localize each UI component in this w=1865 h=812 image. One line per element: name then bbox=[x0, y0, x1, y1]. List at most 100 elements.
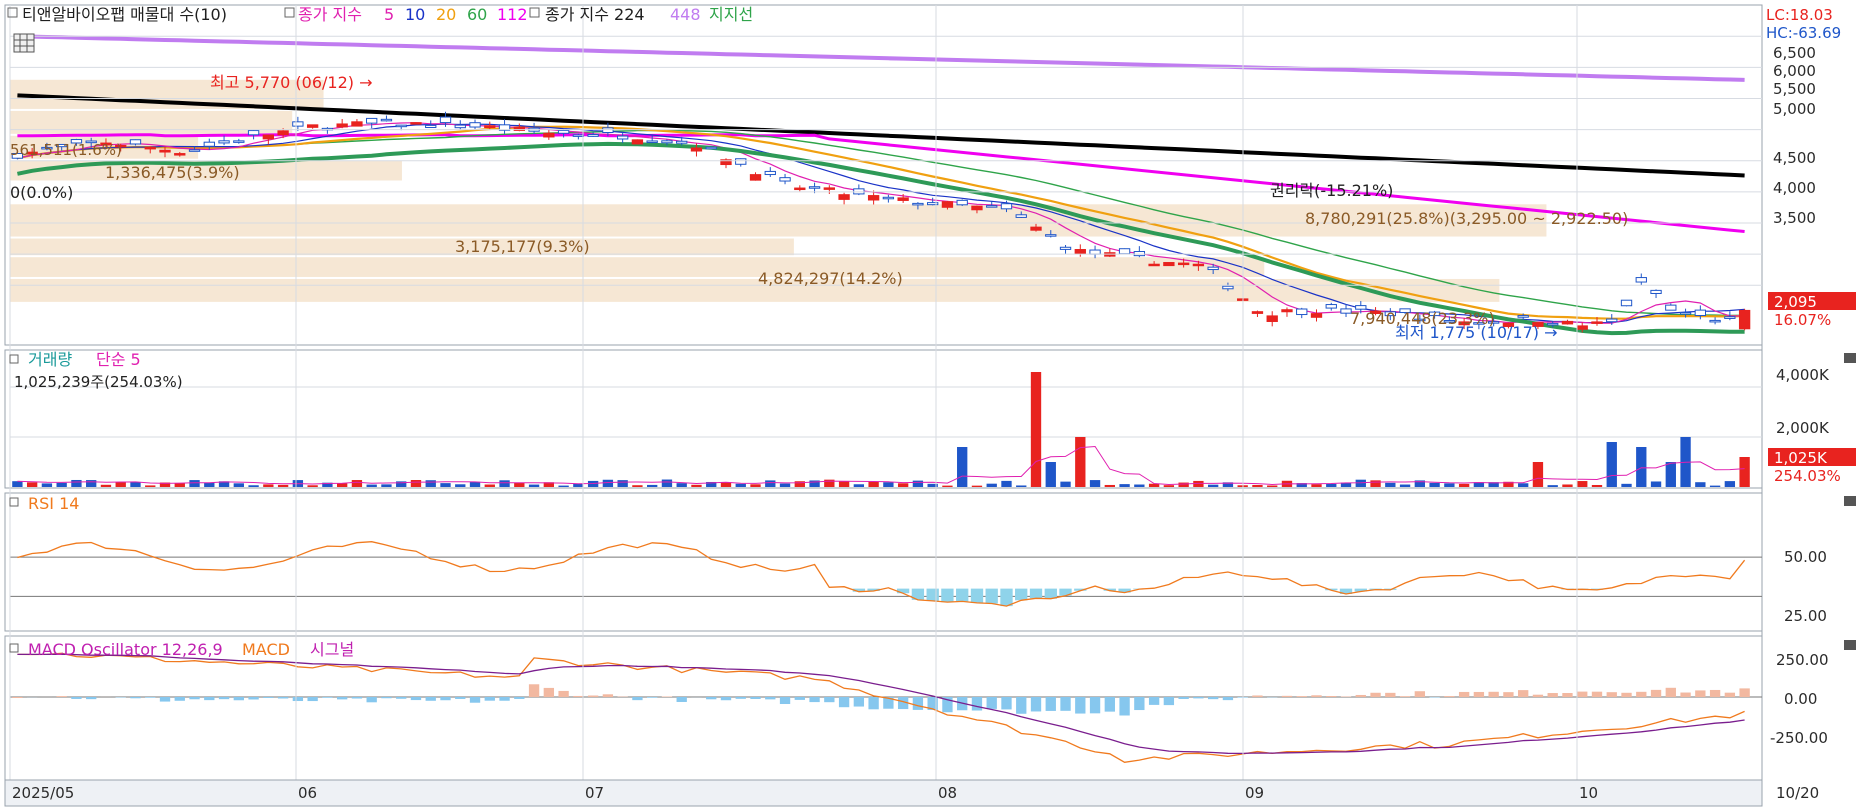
price-tick: 5,000 bbox=[1773, 100, 1816, 118]
candle-body bbox=[1517, 315, 1529, 318]
volume-bar bbox=[189, 480, 200, 487]
macd-osc-bar bbox=[1458, 691, 1470, 697]
profile-label-3: 8,780,291(25.8%)(3,295.00 ~ 2,922.50) bbox=[1305, 209, 1628, 228]
volume-bar bbox=[1060, 481, 1071, 487]
candle-body bbox=[572, 134, 585, 137]
volume-bar bbox=[100, 484, 112, 487]
macd-osc-bar bbox=[218, 697, 230, 700]
candle-body bbox=[439, 116, 452, 124]
macd-osc-bar bbox=[1104, 697, 1115, 712]
volume-bar bbox=[986, 483, 997, 487]
profile-label-6: 7,940,448(23.3%) bbox=[1350, 309, 1495, 328]
candle-body bbox=[351, 121, 363, 127]
macd-osc-bar bbox=[174, 697, 185, 701]
candle-body bbox=[1266, 315, 1278, 322]
macd-osc-bar bbox=[484, 697, 495, 701]
volume-bar bbox=[425, 480, 436, 487]
candle-body bbox=[1148, 263, 1160, 267]
volume-bar bbox=[1562, 484, 1573, 487]
volume-bar bbox=[469, 481, 481, 487]
macd-tick: 0.00 bbox=[1784, 690, 1817, 708]
macd-osc-bar bbox=[1281, 695, 1293, 697]
candle-body bbox=[749, 174, 762, 181]
volume-bar bbox=[1119, 484, 1130, 487]
volume-bar bbox=[1650, 481, 1662, 487]
volume-bar bbox=[71, 479, 82, 487]
macd-osc-bar bbox=[765, 697, 776, 700]
macd-osc-bar bbox=[1473, 691, 1485, 697]
volume-bar bbox=[130, 482, 141, 487]
macd-osc-bar bbox=[1075, 697, 1086, 714]
price-tick: 4,000 bbox=[1773, 179, 1816, 197]
macd-osc-bar bbox=[1503, 692, 1514, 697]
volume-bar bbox=[56, 482, 67, 487]
candle-body bbox=[1296, 308, 1308, 316]
candle-body bbox=[676, 140, 688, 144]
candle-body bbox=[1665, 304, 1677, 311]
volume-bar bbox=[661, 479, 673, 487]
macd-osc-bar bbox=[1724, 692, 1736, 697]
candle-body bbox=[1163, 262, 1175, 267]
volume-bar bbox=[12, 481, 23, 487]
candle-body bbox=[159, 149, 171, 153]
candle-body bbox=[1310, 313, 1323, 318]
candle-body bbox=[1561, 320, 1574, 325]
macd-osc-bar bbox=[971, 697, 983, 711]
macd-osc-bar bbox=[86, 697, 97, 700]
candle-body bbox=[1177, 262, 1190, 266]
candle-body bbox=[587, 134, 599, 137]
price-tick: 4,500 bbox=[1773, 149, 1816, 167]
macd-osc-bar bbox=[514, 697, 525, 699]
volume-bar bbox=[602, 479, 614, 487]
volume-bar bbox=[779, 483, 791, 487]
candle-body bbox=[1222, 285, 1234, 290]
macd-osc-bar bbox=[145, 697, 156, 698]
panel-collapse-icon[interactable] bbox=[1844, 496, 1856, 506]
candle-body bbox=[425, 124, 437, 129]
macd-osc-bar bbox=[1444, 696, 1455, 697]
volume-bar bbox=[691, 484, 702, 487]
legend-stock-name: 티앤알바이오팹 매물대 수(10) bbox=[22, 5, 227, 24]
volume-bar bbox=[1739, 457, 1750, 487]
volume-bar bbox=[853, 484, 865, 487]
candle-body bbox=[306, 124, 319, 128]
volume-bar bbox=[528, 484, 540, 487]
macd-osc-bar bbox=[1709, 689, 1721, 697]
candle-body bbox=[218, 140, 230, 144]
volume-bar bbox=[1030, 372, 1042, 487]
macd-osc-bar bbox=[824, 697, 835, 703]
macd-osc-bar bbox=[189, 697, 200, 700]
macd-osc-bar bbox=[381, 697, 392, 699]
volume-bar bbox=[647, 484, 658, 487]
chart-window: 티앤알바이오팹 매물대 수(10) 종가 지수 5 10 20 60 112 종… bbox=[0, 0, 1865, 812]
candle-body bbox=[1724, 316, 1736, 319]
candle-body bbox=[956, 199, 968, 206]
panel-collapse-icon[interactable] bbox=[1844, 353, 1856, 363]
macd-osc-bar bbox=[1518, 690, 1529, 697]
volume-bar bbox=[41, 483, 53, 487]
legend-ma60: 60 bbox=[467, 5, 487, 24]
macd-osc-bar bbox=[1148, 697, 1160, 705]
volume-bar bbox=[1075, 437, 1086, 487]
legend-ma448: 448 bbox=[670, 5, 701, 24]
macd-osc-bar bbox=[1193, 697, 1204, 699]
macd-osc-bar bbox=[1606, 692, 1617, 697]
panel-collapse-icon[interactable] bbox=[1844, 640, 1856, 650]
macd-osc-bar bbox=[543, 687, 555, 697]
table-icon[interactable] bbox=[13, 33, 35, 53]
macd-osc-bar bbox=[1060, 697, 1071, 711]
volume-tick: 4,000K bbox=[1776, 366, 1830, 384]
volume-bar bbox=[1577, 481, 1588, 487]
volume-bar bbox=[942, 485, 953, 487]
candle-body bbox=[779, 177, 791, 182]
x-axis-tick: 08 bbox=[938, 784, 957, 802]
macd-osc-bar bbox=[71, 697, 82, 699]
price-tick: 5,500 bbox=[1773, 80, 1816, 98]
legend-ma224: 종가 지수 224 bbox=[545, 5, 645, 24]
volume-bar bbox=[174, 483, 185, 487]
candle-body bbox=[277, 130, 289, 136]
x-axis-tick: 07 bbox=[585, 784, 604, 802]
macd-osc-bar bbox=[1089, 697, 1101, 714]
macd-osc-bar bbox=[558, 690, 569, 697]
volume-bar bbox=[1252, 484, 1263, 487]
